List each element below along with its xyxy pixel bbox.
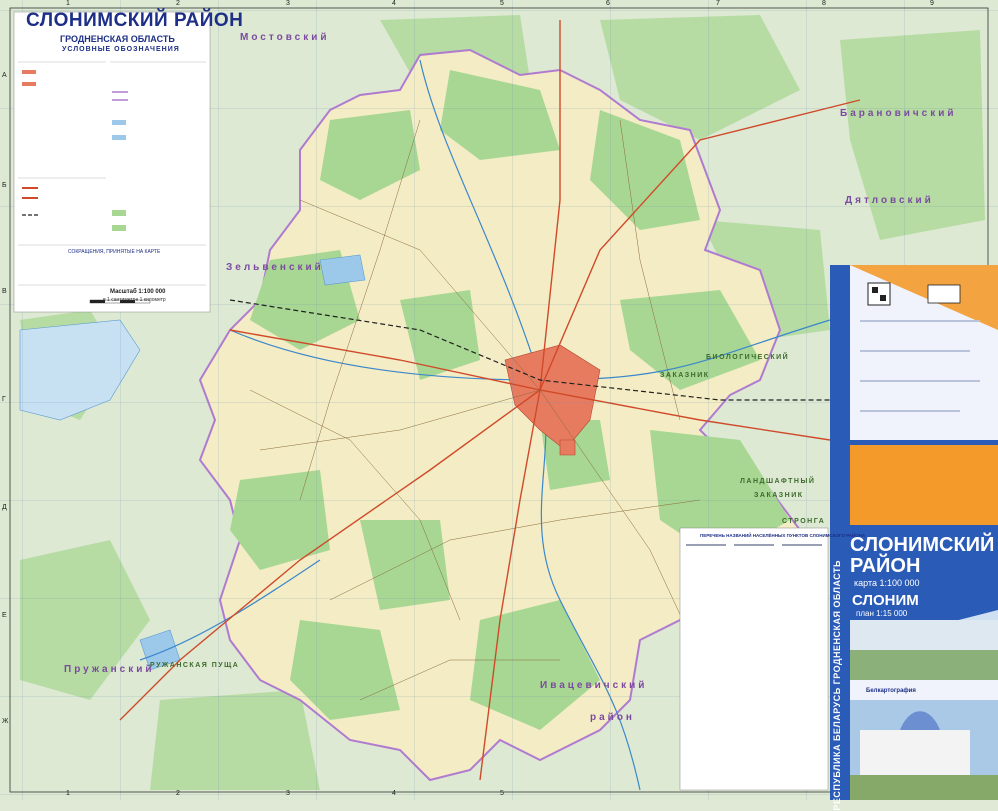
grid-col-label: 1	[66, 0, 70, 7]
reserve-label: СТРОНГА	[782, 518, 826, 525]
grid-row-label: Д	[2, 504, 7, 511]
neighbor-district-label: Дятловский	[845, 195, 934, 206]
grid-col-label: 8	[822, 0, 826, 7]
cover-plan-scale: план 1:15 000	[856, 609, 908, 618]
scale-label: Масштаб 1:100 000	[110, 289, 166, 295]
grid-col-label: 5	[500, 790, 504, 797]
map-title: СЛОНИМСКИЙ РАЙОН	[26, 10, 244, 31]
grid-row-label: Ж	[2, 718, 9, 725]
grid-col-label: 3	[286, 790, 290, 797]
map-subtitle: ГРОДНЕНСКАЯ ОБЛАСТЬ	[60, 34, 175, 44]
grid-col-label: 4	[392, 790, 396, 797]
reserve-label: БИОЛОГИЧЕСКИЙ	[706, 354, 790, 361]
grid-col-label: 5	[500, 0, 504, 7]
grid-col-label: 2	[176, 0, 180, 7]
neighbor-district-label: Мостовский	[240, 32, 330, 43]
map-sheet: СЛОНИМСКИЙ РАЙОН ГРОДНЕНСКАЯ ОБЛАСТЬ УСЛ…	[0, 0, 998, 811]
map-canvas	[0, 0, 998, 800]
grid-row-label: А	[2, 72, 7, 79]
grid-col-label: 6	[606, 0, 610, 7]
legend-panel	[13, 11, 211, 313]
reserve-label: РУЖАНСКАЯ ПУЩА	[150, 662, 240, 669]
cover-vertical-text: РЕСПУБЛИКА БЕЛАРУСЬ ГРОДНЕНСКАЯ ОБЛАСТЬ	[832, 560, 842, 811]
reserve-label: ЛАНДШАФТНЫЙ	[740, 478, 816, 485]
grid-col-label: 7	[716, 0, 720, 7]
grid-col-label: 9	[930, 0, 934, 7]
grid-col-label: 2	[176, 790, 180, 797]
neighbor-district-label: Барановичский	[840, 108, 957, 119]
cover-city: СЛОНИМ	[852, 592, 919, 609]
grid-row-label: Е	[2, 612, 7, 619]
neighbor-district-label: Зельвенский	[226, 262, 324, 273]
index-panel	[679, 527, 829, 791]
publisher-logo-text: Белкартография	[866, 688, 916, 694]
neighbor-district-label: Ивацевичский	[540, 680, 648, 691]
scale-sublabel: в 1 сантиметре 1 километр	[103, 297, 166, 303]
legend-title: УСЛОВНЫЕ ОБОЗНАЧЕНИЯ	[62, 46, 180, 53]
cover-map-scale: карта 1:100 000	[854, 578, 920, 588]
grid-col-label: 4	[392, 0, 396, 7]
grid-row-label: Б	[2, 182, 7, 189]
neighbor-district-label: район	[590, 712, 635, 723]
abbreviations-title: СОКРАЩЕНИЯ, ПРИНЯТЫЕ НА КАРТЕ	[68, 249, 161, 255]
grid-col-label: 1	[66, 790, 70, 797]
grid-col-label: 3	[286, 0, 290, 7]
cover-title: СЛОНИМСКИЙ РАЙОН	[850, 534, 995, 577]
reserve-label: ЗАКАЗНИК	[754, 492, 804, 499]
grid-row-label: В	[2, 288, 7, 295]
neighbor-district-label: Пружанский	[64, 664, 155, 675]
index-title: ПЕРЕЧЕНЬ НАЗВАНИЙ НАСЕЛЁННЫХ ПУНКТОВ СЛО…	[700, 533, 866, 538]
grid-row-label: Г	[2, 396, 6, 403]
reserve-label: ЗАКАЗНИК	[660, 372, 710, 379]
